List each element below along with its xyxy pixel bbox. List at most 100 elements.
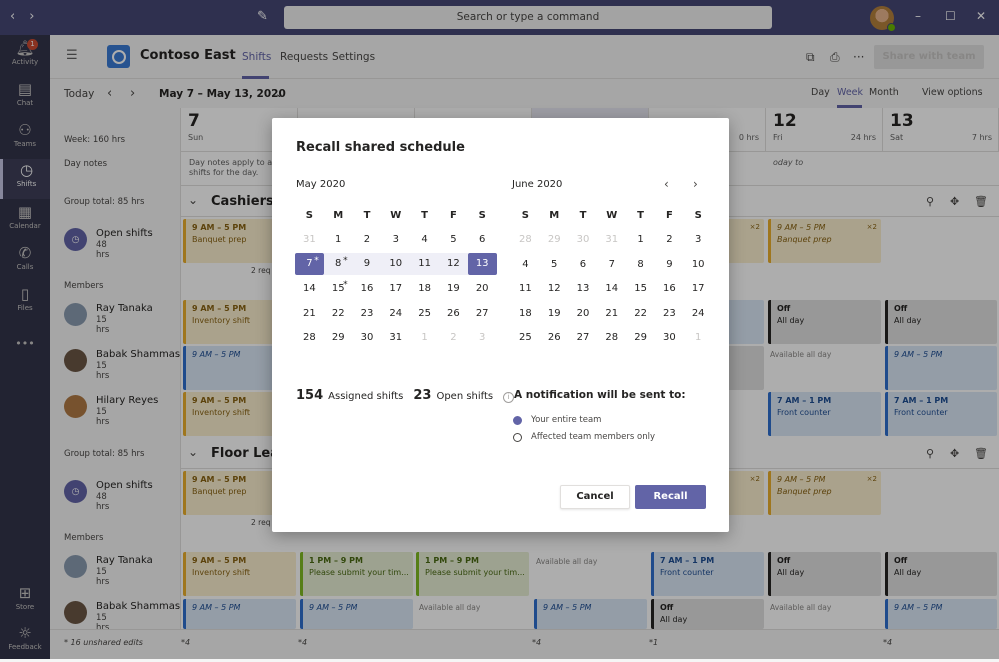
radio-affected-members[interactable]: Affected team members only (513, 432, 655, 442)
calendar-day[interactable]: 27 (468, 308, 497, 319)
calendar-day[interactable]: 4 (511, 259, 540, 270)
calendar-day[interactable]: 3 (684, 234, 713, 245)
calendar-day[interactable]: 21 (597, 308, 626, 319)
calendar-day[interactable]: 8 (323, 250, 353, 276)
calendar-day[interactable]: 7 (597, 259, 626, 270)
info-icon[interactable]: i (503, 392, 515, 403)
calendar-day[interactable]: 6 (468, 234, 497, 245)
calendar-day[interactable]: 21 (295, 308, 324, 319)
calendar-day[interactable]: 20 (468, 283, 497, 294)
calendar-day[interactable]: 1 (626, 234, 655, 245)
weekday-label: S (305, 209, 313, 221)
calendar-day[interactable]: 18 (511, 308, 540, 319)
calendar-day[interactable]: 10 (381, 253, 411, 276)
calendar-day[interactable]: 9 (655, 259, 684, 270)
next-month-icon[interactable]: › (693, 177, 698, 191)
calendar-day[interactable]: 10 (684, 259, 713, 270)
month-label-june: June 2020 (512, 179, 563, 190)
calendar-day[interactable]: 22 (324, 308, 353, 319)
weekday-label: T (579, 209, 587, 221)
calendar-week: 4 5 6 7 8 9 10 (511, 252, 713, 277)
calendar-day[interactable]: 18 (410, 283, 439, 294)
calendar-day[interactable]: 28 (295, 332, 324, 343)
calendar-day[interactable]: 26 (439, 308, 468, 319)
weekday-label: F (665, 209, 673, 221)
calendar-day[interactable]: 3 (468, 332, 497, 343)
open-count: 23 (413, 388, 432, 403)
calendar-day[interactable]: 2 (439, 332, 468, 343)
calendar-day[interactable]: 13 (569, 283, 598, 294)
prev-month-icon[interactable]: ‹ (664, 177, 669, 191)
calendar-day[interactable]: 4 (410, 234, 439, 245)
calendar-week: 18 19 20 21 22 23 24 (511, 301, 713, 326)
calendar-day[interactable]: 24 (684, 308, 713, 319)
calendar-day[interactable]: 25 (410, 308, 439, 319)
calendar-day[interactable]: 3 (381, 234, 410, 245)
calendar-day[interactable]: 27 (569, 332, 598, 343)
calendar-day[interactable]: 11 (511, 283, 540, 294)
calendar-day[interactable]: 1 (684, 332, 713, 343)
calendar-day[interactable]: 31 (295, 234, 324, 245)
calendar-day[interactable]: 5 (439, 234, 468, 245)
calendar-day[interactable]: 24 (381, 308, 410, 319)
calendar-day[interactable]: 17 (381, 283, 410, 294)
calendar-week: 11 12 13 14 15 16 17 (511, 277, 713, 302)
calendar-day[interactable]: 29 (324, 332, 353, 343)
calendar-day[interactable]: 6 (569, 259, 598, 270)
weekday-label: T (637, 209, 644, 221)
calendar-day[interactable]: 12 (438, 253, 468, 276)
cancel-button[interactable]: Cancel (560, 485, 630, 509)
calendar-week: 25 26 27 28 29 30 1 (511, 326, 713, 351)
notification-title: A notification will be sent to: (514, 389, 686, 401)
calendar-day[interactable]: 15 (324, 280, 353, 294)
radio-selected-icon[interactable] (513, 415, 522, 425)
calendar-day[interactable]: 28 (511, 234, 540, 245)
calendar-day[interactable]: 31 (597, 234, 626, 245)
calendar-day[interactable]: 8 (626, 259, 655, 270)
calendar-day[interactable]: 17 (684, 283, 713, 294)
calendar-day[interactable]: 14 (295, 283, 324, 294)
calendar-day[interactable]: 12 (540, 283, 569, 294)
weekday-label: M (549, 209, 560, 221)
calendar-day[interactable]: 15 (626, 283, 655, 294)
calendar-day[interactable]: 29 (540, 234, 569, 245)
calendar-day[interactable]: 2 (353, 234, 382, 245)
calendar-day[interactable]: 1 (324, 234, 353, 245)
calendar-may: SMTWTFS311234567891011121314151617181920… (295, 203, 497, 350)
calendar-day[interactable]: 30 (655, 332, 684, 343)
calendar-day[interactable]: 9 (352, 253, 382, 276)
calendar-day[interactable]: 23 (655, 308, 684, 319)
calendar-day[interactable]: 20 (569, 308, 598, 319)
calendar-day[interactable]: 13 (467, 253, 497, 276)
calendar-day[interactable]: 7 (295, 250, 324, 276)
calendar-day[interactable]: 1 (410, 332, 439, 343)
calendar-day[interactable]: 31 (381, 332, 410, 343)
recall-stats: 154 Assigned shifts 23 Open shifts i (296, 388, 515, 403)
calendar-day[interactable]: 30 (353, 332, 382, 343)
calendar-day[interactable]: 19 (540, 308, 569, 319)
calendar-day[interactable]: 5 (540, 259, 569, 270)
calendar-day[interactable]: 11 (410, 253, 439, 276)
calendar-day[interactable]: 22 (626, 308, 655, 319)
calendar-day[interactable]: 2 (655, 234, 684, 245)
radio-unselected-icon[interactable] (513, 432, 522, 442)
weekday-label: S (521, 209, 529, 221)
calendar-day[interactable]: 19 (439, 283, 468, 294)
weekday-label: T (363, 209, 371, 221)
calendar-day[interactable]: 26 (540, 332, 569, 343)
weekday-label: T (421, 209, 428, 221)
calendar-day[interactable]: 29 (626, 332, 655, 343)
calendar-day[interactable]: 16 (655, 283, 684, 294)
radio-label: Your entire team (531, 415, 602, 425)
radio-entire-team[interactable]: Your entire team (513, 415, 601, 425)
month-label-may: May 2020 (296, 179, 346, 190)
calendar-day[interactable]: 25 (511, 332, 540, 343)
calendar-day[interactable]: 28 (597, 332, 626, 343)
calendar-week: 28 29 30 31 1 2 3 (511, 228, 713, 253)
calendar-day[interactable]: 30 (569, 234, 598, 245)
calendar-day[interactable]: 14 (597, 283, 626, 294)
calendar-day[interactable]: 16 (353, 283, 382, 294)
recall-button[interactable]: Recall (635, 485, 706, 509)
calendar-day[interactable]: 23 (353, 308, 382, 319)
recall-dialog: Recall shared schedule May 2020 June 202… (272, 118, 729, 532)
